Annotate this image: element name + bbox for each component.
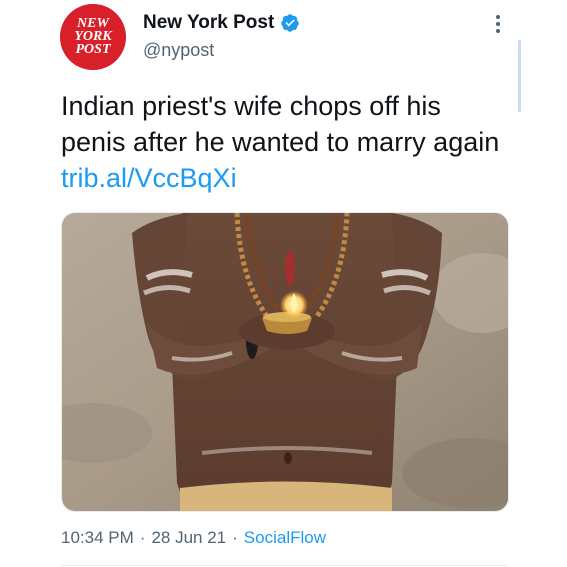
photo-priest-holding-oil-lamp <box>62 213 508 511</box>
tweet-time[interactable]: 10:34 PM <box>61 528 134 548</box>
tweet-date[interactable]: 28 Jun 21 <box>151 528 226 548</box>
avatar[interactable]: NEW YORK POST <box>60 4 126 70</box>
meta-separator: · <box>232 528 238 547</box>
tweet-card: NEW YORK POST New York Post @nypost Indi… <box>0 0 567 567</box>
verified-badge-icon <box>281 14 300 32</box>
author-name-row: New York Post <box>143 10 300 36</box>
meta-separator: · <box>139 528 146 547</box>
tweet-link[interactable]: trib.al/VccBqXi <box>61 160 521 196</box>
tweet-meta: 10:34 PM · 28 Jun 21 · SocialFlow <box>61 528 326 548</box>
tweet-media-photo[interactable] <box>61 212 509 512</box>
divider <box>61 565 507 566</box>
svg-text:POST: POST <box>76 42 112 57</box>
tweet-source[interactable]: SocialFlow <box>244 528 326 548</box>
new-york-post-logo: NEW YORK POST <box>60 4 126 70</box>
tweet-text-line: penis after he wanted to marry again <box>61 127 500 157</box>
display-name[interactable]: New York Post <box>143 12 274 34</box>
more-vertical-icon[interactable] <box>488 12 508 36</box>
tweet-text-line: Indian priest's wife chops off his <box>61 91 441 121</box>
tweet-text: Indian priest's wife chops off his penis… <box>61 88 521 196</box>
handle[interactable]: @nypost <box>143 40 214 61</box>
